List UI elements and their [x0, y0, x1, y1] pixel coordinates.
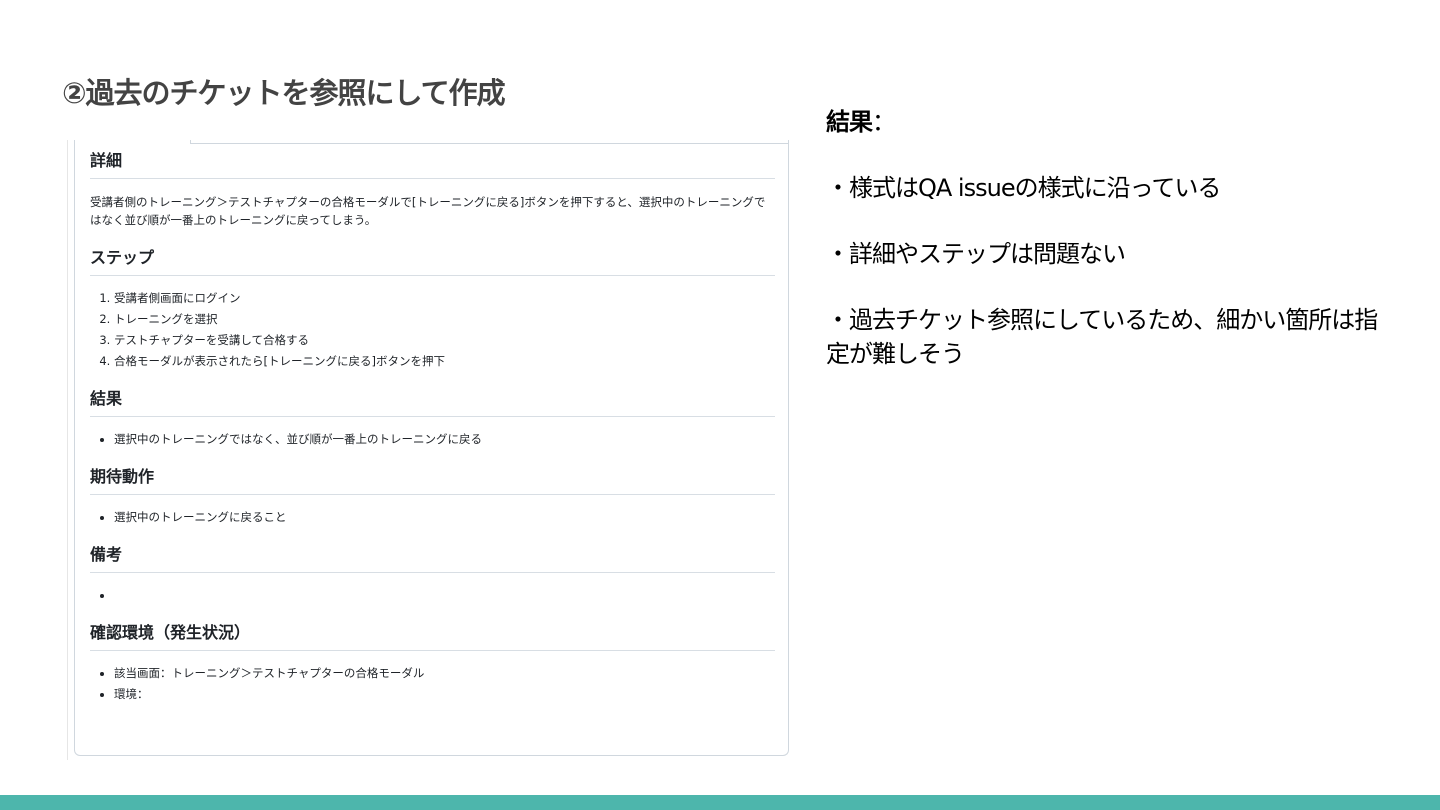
evaluation-panel: 結果： ・様式はQA issueの様式に沿っている ・詳細やステップは問題ない … [826, 105, 1386, 403]
evaluation-point: ・様式はQA issueの様式に沿っている [826, 174, 1221, 202]
environment-list: 該当画面：トレーニング＞テストチャプターの合格モーダル 環境： [90, 663, 775, 705]
environment-item: 該当画面：トレーニング＞テストチャプターの合格モーダル [114, 663, 775, 684]
evaluation-point: ・過去チケット参照にしているため、細かい箇所は指定が難しそう [826, 306, 1378, 368]
issue-screenshot: 詳細 受講者側のトレーニング＞テストチャプターの合格モーダルで[トレーニングに戻… [67, 140, 789, 760]
issue-body-card: 詳細 受講者側のトレーニング＞テストチャプターの合格モーダルで[トレーニングに戻… [74, 140, 789, 756]
evaluation-heading: 結果： [826, 105, 1386, 139]
details-heading: 詳細 [90, 150, 775, 179]
tab-divider [190, 143, 788, 144]
expected-list: 選択中のトレーニングに戻ること [90, 507, 775, 528]
evaluation-heading-label: 結果 [826, 108, 873, 136]
result-heading: 結果 [90, 388, 775, 417]
evaluation-heading-colon: ： [872, 108, 896, 136]
environment-heading: 確認環境（発生状況） [90, 622, 775, 651]
notes-item: ​ [114, 585, 775, 606]
steps-heading: ステップ [90, 247, 775, 276]
issue-content: 詳細 受講者側のトレーニング＞テストチャプターの合格モーダルで[トレーニングに戻… [90, 150, 775, 721]
step-item: トレーニングを選択 [114, 309, 775, 330]
environment-item: 環境： [114, 684, 775, 705]
notes-list: ​ [90, 585, 775, 606]
expected-item: 選択中のトレーニングに戻ること [114, 507, 775, 528]
result-list: 選択中のトレーニングではなく、並び順が一番上のトレーニングに戻る [90, 429, 775, 450]
evaluation-point: ・詳細やステップは問題ない [826, 240, 1126, 268]
notes-heading: 備考 [90, 544, 775, 573]
result-item: 選択中のトレーニングではなく、並び順が一番上のトレーニングに戻る [114, 429, 775, 450]
step-item: 受講者側画面にログイン [114, 288, 775, 309]
expected-heading: 期待動作 [90, 466, 775, 495]
steps-list: 受講者側画面にログイン トレーニングを選択 テストチャプターを受講して合格する … [90, 288, 775, 372]
details-text: 受講者側のトレーニング＞テストチャプターの合格モーダルで[トレーニングに戻る]ボ… [90, 195, 766, 227]
step-item: テストチャプターを受講して合格する [114, 330, 775, 351]
step-item: 合格モーダルが表示されたら[トレーニングに戻る]ボタンを押下 [114, 351, 775, 372]
slide-title: ②過去のチケットを参照にして作成 [62, 76, 506, 110]
tab-stub [75, 140, 191, 144]
screenshot-left-border [67, 140, 68, 760]
footer-accent-bar [0, 795, 1440, 810]
